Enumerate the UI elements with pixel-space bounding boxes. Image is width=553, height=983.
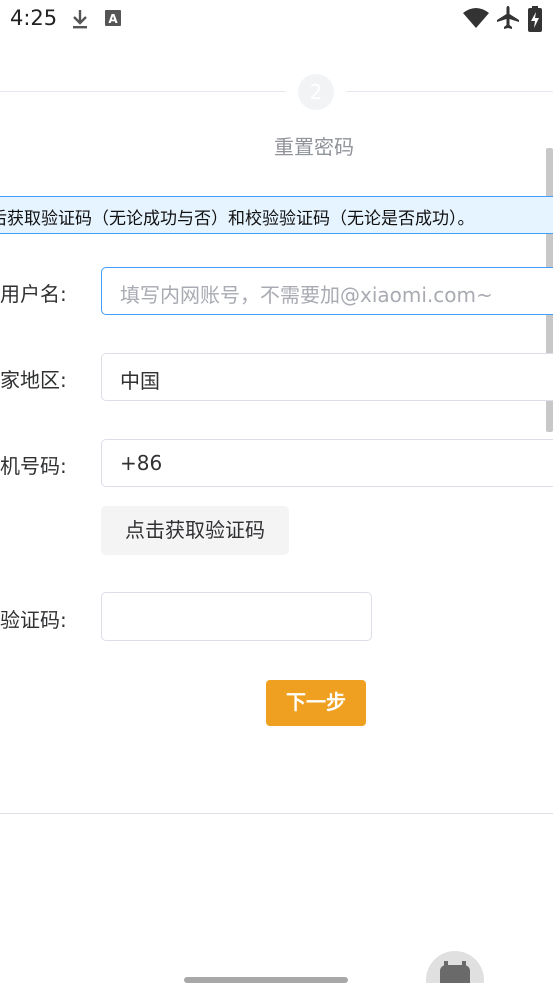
phone-label: 机号码: xyxy=(0,454,67,478)
divider xyxy=(0,813,553,814)
airplane-icon xyxy=(497,6,519,29)
download-icon xyxy=(73,10,87,29)
status-time: 4:25 xyxy=(10,6,58,30)
wifi-icon xyxy=(463,8,489,28)
robot-assistant-icon[interactable] xyxy=(426,951,484,983)
keyboard-a-icon: A xyxy=(105,10,121,26)
phone-input[interactable]: +86 xyxy=(101,439,553,487)
step-connector-left xyxy=(0,91,286,92)
username-input[interactable]: 填写内网账号，不需要加@xiaomi.com~ xyxy=(101,267,553,315)
get-code-button[interactable]: 点击获取验证码 xyxy=(101,506,289,555)
region-value: 中国 xyxy=(120,369,160,393)
phone-value: +86 xyxy=(120,451,163,475)
battery-charging-icon xyxy=(528,6,542,32)
verification-code-input[interactable] xyxy=(101,592,372,641)
step-title: 重置密码 xyxy=(274,135,354,159)
page: 4:25 A 2 重置密码 后获取验证码（无论成功与否）和校验验证码（无论是否成… xyxy=(0,0,553,983)
svg-text:A: A xyxy=(108,12,118,26)
step-connector-right xyxy=(346,91,553,92)
region-label: 家地区: xyxy=(0,368,67,392)
username-placeholder: 填写内网账号，不需要加@xiaomi.com~ xyxy=(120,283,493,307)
gesture-nav-handle[interactable] xyxy=(184,977,348,983)
status-bar: 4:25 A xyxy=(0,0,553,40)
code-label: 验证码: xyxy=(0,608,67,632)
region-select[interactable]: 中国 xyxy=(101,353,553,401)
username-label: 用户名: xyxy=(0,282,67,306)
robot-icon xyxy=(440,961,470,983)
step-number: 2 xyxy=(298,74,334,110)
info-banner: 后获取验证码（无论成功与否）和校验验证码（无论是否成功）。 xyxy=(0,196,553,234)
banner-text: 后获取验证码（无论成功与否）和校验验证码（无论是否成功）。 xyxy=(0,209,475,229)
next-button[interactable]: 下一步 xyxy=(266,680,366,726)
